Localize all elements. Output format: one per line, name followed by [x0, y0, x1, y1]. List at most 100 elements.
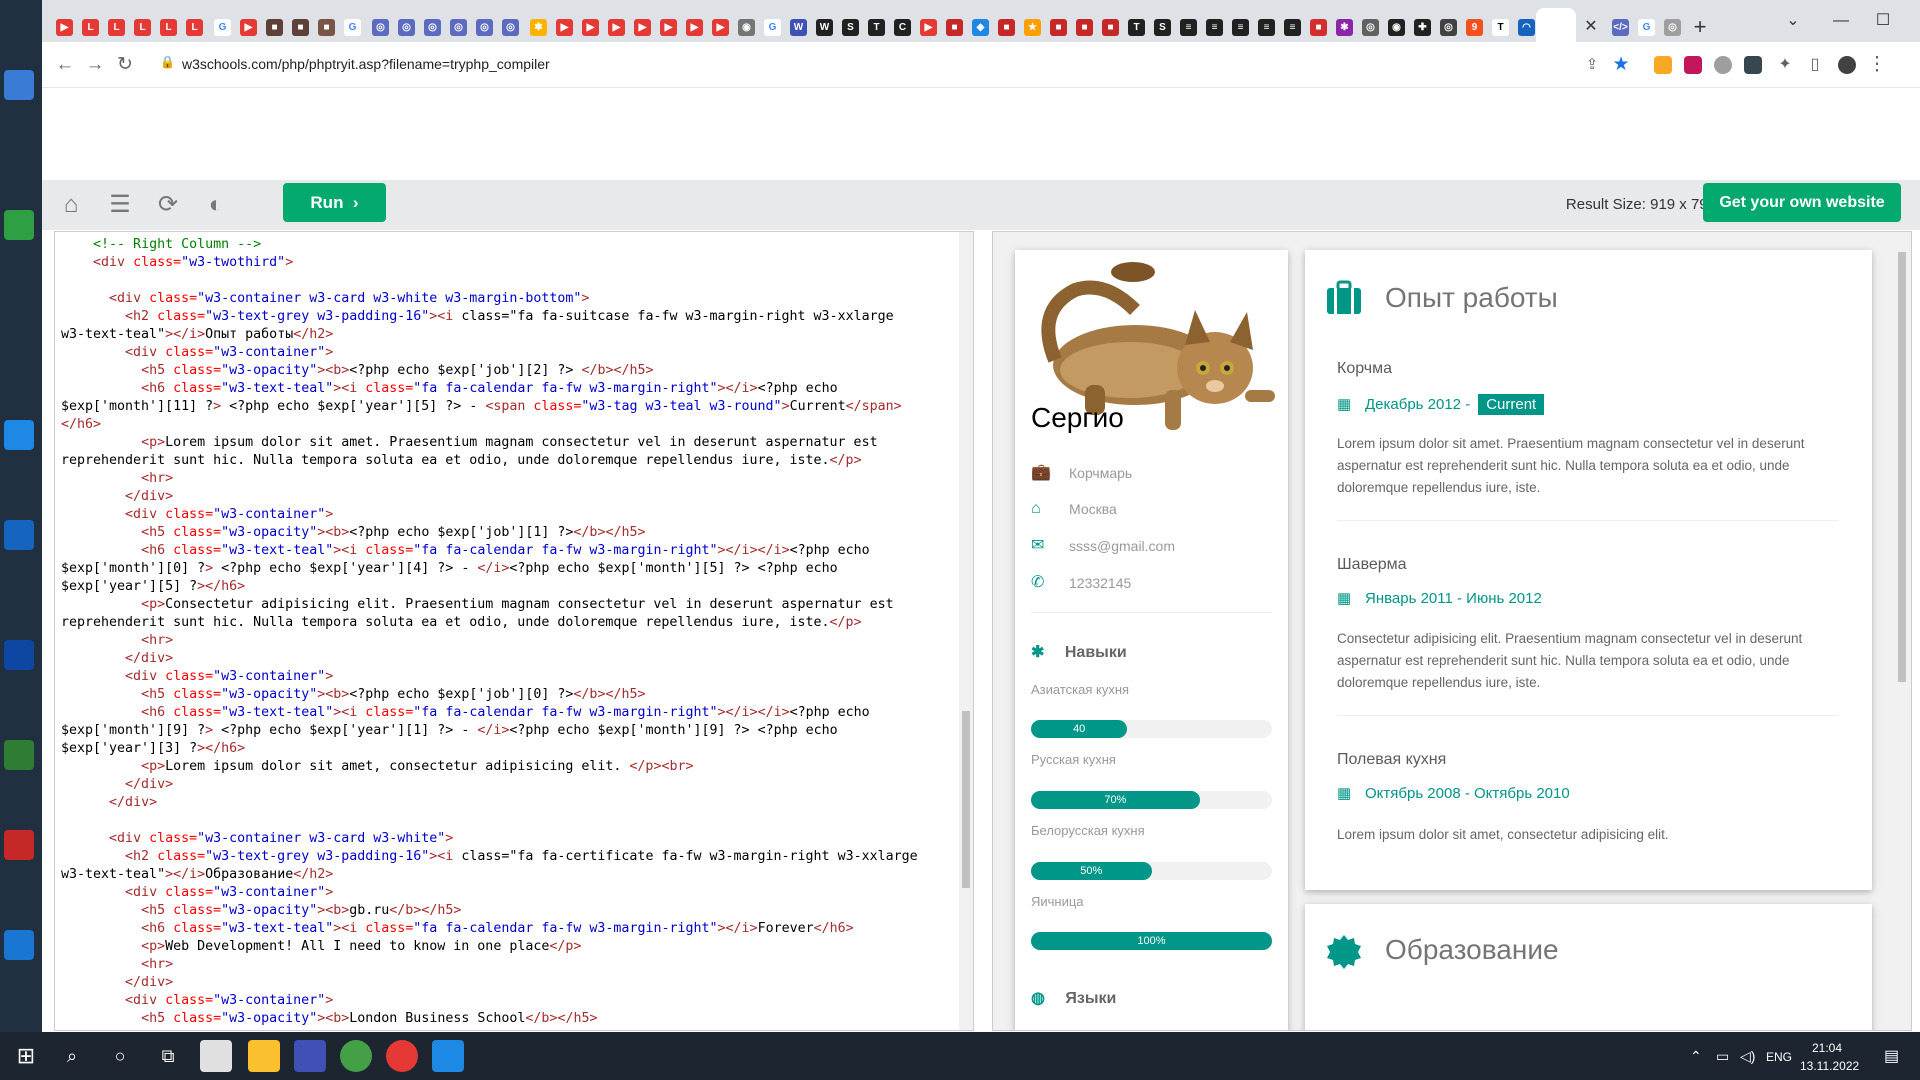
notifications-icon[interactable]: ▤: [1884, 1046, 1899, 1066]
tab-favicon[interactable]: ✱: [1336, 19, 1353, 36]
tray-chevron-icon[interactable]: ⌃: [1690, 1048, 1702, 1065]
menu-icon[interactable]: ☰: [104, 190, 136, 220]
tab-favicon[interactable]: ★: [1024, 19, 1041, 36]
network-icon[interactable]: ▭: [1716, 1048, 1729, 1065]
code-line[interactable]: <h5 class="w3-opacity"><b>London Busines…: [61, 1010, 956, 1028]
code-line[interactable]: <div class="w3-container">: [61, 506, 956, 524]
code-line[interactable]: <div class="w3-twothird">: [61, 254, 956, 272]
tab-favicon[interactable]: ▶: [56, 19, 73, 36]
desktop-icon[interactable]: [4, 830, 34, 860]
code-line[interactable]: <div class="w3-container">: [61, 344, 956, 362]
desktop-icon[interactable]: [4, 640, 34, 670]
desktop-icon[interactable]: [4, 740, 34, 770]
chrome-icon[interactable]: [340, 1040, 372, 1072]
back-icon[interactable]: ←: [52, 52, 78, 78]
tab-favicon[interactable]: W: [816, 19, 833, 36]
code-line[interactable]: <div class="w3-container w3-card w3-whit…: [61, 290, 956, 308]
desktop-icon[interactable]: [4, 520, 34, 550]
bookmark-star-icon[interactable]: ★: [1608, 52, 1634, 78]
language-indicator[interactable]: ENG: [1766, 1050, 1792, 1064]
windows-start-icon[interactable]: ⊞: [10, 1040, 42, 1072]
tab-favicon[interactable]: ≡: [1284, 19, 1301, 36]
code-line[interactable]: <h5 class="w3-opacity"><b>gb.ru</b></h5>: [61, 902, 956, 920]
tab-favicon[interactable]: G: [344, 19, 361, 36]
code-line[interactable]: <h5 class="w3-opacity"><b><?php echo $ex…: [61, 362, 956, 380]
tab-favicon[interactable]: ▶: [634, 19, 651, 36]
code-line[interactable]: <hr>: [61, 956, 956, 974]
url-field[interactable]: w3schools.com/php/phptryit.asp?filename=…: [182, 56, 550, 72]
cortana-icon[interactable]: ○: [104, 1040, 136, 1072]
code-line[interactable]: <div class="w3-container">: [61, 884, 956, 902]
desktop-icon[interactable]: [4, 210, 34, 240]
tab-favicon[interactable]: T: [868, 19, 885, 36]
tab-favicon[interactable]: ≡: [1258, 19, 1275, 36]
opera-icon[interactable]: [386, 1040, 418, 1072]
tab-favicon[interactable]: G: [1638, 19, 1655, 36]
tab-favicon[interactable]: ▶: [240, 19, 257, 36]
new-tab-button[interactable]: +: [1690, 16, 1710, 38]
code-line[interactable]: $exp['month'][0] ?> <?php echo $exp['yea…: [61, 560, 956, 578]
code-line[interactable]: <div class="w3-container">: [61, 992, 956, 1010]
tab-favicon[interactable]: ▶: [556, 19, 573, 36]
theme-toggle-icon[interactable]: ◐: [200, 190, 232, 220]
desktop-icon[interactable]: [4, 70, 34, 100]
code-line[interactable]: <h6 class="w3-text-teal"><i class="fa fa…: [61, 542, 956, 560]
minimize-icon[interactable]: —: [1828, 8, 1854, 34]
extensions-puzzle-icon[interactable]: ✦: [1772, 52, 1798, 78]
forward-icon[interactable]: →: [82, 52, 108, 78]
get-own-website-button[interactable]: Get your own website: [1703, 183, 1901, 222]
menu-dots-icon[interactable]: ⋮: [1864, 52, 1890, 78]
code-line[interactable]: <h6 class="w3-text-teal"><i class="fa fa…: [61, 920, 956, 938]
code-line[interactable]: <p>Lorem ipsum dolor sit amet. Praesenti…: [61, 434, 956, 452]
vscode-icon[interactable]: [432, 1040, 464, 1072]
desktop-icon[interactable]: [4, 420, 34, 450]
tab-favicon[interactable]: ◎: [1664, 19, 1681, 36]
tab-favicon[interactable]: S: [1154, 19, 1171, 36]
code-line[interactable]: <hr>: [61, 632, 956, 650]
code-line[interactable]: [61, 272, 956, 290]
tab-favicon[interactable]: L: [160, 19, 177, 36]
tab-favicon[interactable]: ◉: [1388, 19, 1405, 36]
tab-favicon[interactable]: L: [108, 19, 125, 36]
code-line[interactable]: <!-- Right Column -->: [61, 236, 956, 254]
code-text[interactable]: <!-- Right Column --> <div class="w3-two…: [61, 236, 956, 1028]
tab-favicon[interactable]: ≡: [1180, 19, 1197, 36]
code-line[interactable]: </h6>: [61, 416, 956, 434]
code-line[interactable]: <h5 class="w3-opacity"><b><?php echo $ex…: [61, 524, 956, 542]
tab-favicon[interactable]: W: [790, 19, 807, 36]
code-line[interactable]: [61, 812, 956, 830]
reload-icon[interactable]: ↻: [112, 52, 138, 78]
tab-favicon[interactable]: T: [1128, 19, 1145, 36]
tab-favicon[interactable]: ◠: [1518, 19, 1535, 36]
code-line[interactable]: <hr>: [61, 470, 956, 488]
tab-favicon[interactable]: ◎: [1362, 19, 1379, 36]
save-disk-icon[interactable]: [294, 1040, 326, 1072]
home-icon[interactable]: ⌂: [55, 190, 87, 220]
tab-favicon[interactable]: ◎: [502, 19, 519, 36]
code-line[interactable]: $exp['year'][3] ?></h6>: [61, 740, 956, 758]
result-scrollbar[interactable]: [1893, 232, 1911, 1030]
tab-favicon[interactable]: L: [134, 19, 151, 36]
extension-icon[interactable]: [1654, 56, 1672, 74]
tab-favicon[interactable]: 9: [1466, 19, 1483, 36]
code-line[interactable]: <h5 class="w3-opacity"><b><?php echo $ex…: [61, 686, 956, 704]
tab-favicon[interactable]: ■: [266, 19, 283, 36]
code-line[interactable]: <div class="w3-container w3-card w3-whit…: [61, 830, 956, 848]
share-icon[interactable]: ⇪: [1579, 52, 1605, 78]
code-line[interactable]: reprehenderit sunt hic. Nulla tempora so…: [61, 614, 956, 632]
code-line[interactable]: $exp['month'][9] ?> <?php echo $exp['yea…: [61, 722, 956, 740]
clock-time[interactable]: 21:04: [1812, 1041, 1842, 1055]
code-line[interactable]: <h6 class="w3-text-teal"><i class="fa fa…: [61, 380, 956, 398]
code-line[interactable]: <h6 class="w3-text-teal"><i class="fa fa…: [61, 704, 956, 722]
tab-favicon[interactable]: T: [1492, 19, 1509, 36]
tab-favicon[interactable]: ▶: [608, 19, 625, 36]
tab-favicon[interactable]: ■: [318, 19, 335, 36]
tab-favicon[interactable]: ▶: [712, 19, 729, 36]
tab-favicon[interactable]: ■: [1076, 19, 1093, 36]
code-line[interactable]: $exp['month'][11] ?> <?php echo $exp['ye…: [61, 398, 956, 416]
mail-icon[interactable]: [200, 1040, 232, 1072]
tab-favicon[interactable]: ✱: [530, 19, 547, 36]
tab-favicon[interactable]: ◎: [450, 19, 467, 36]
close-icon[interactable]: ✕: [1581, 17, 1601, 37]
code-line[interactable]: <h2 class="w3-text-grey w3-padding-16"><…: [61, 308, 956, 326]
